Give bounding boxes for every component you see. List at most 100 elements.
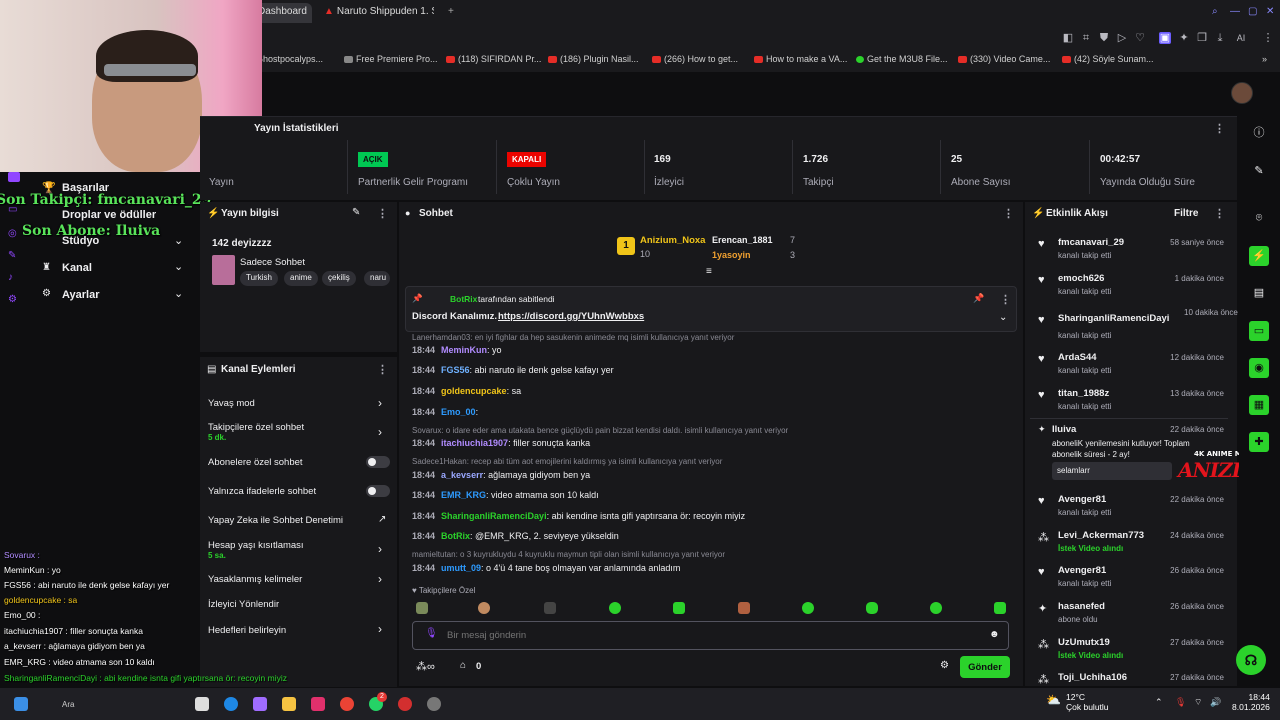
more-icon[interactable]: ⋮	[1003, 207, 1014, 220]
chrome-icon[interactable]	[340, 697, 354, 711]
taskbar-search[interactable]: Ara	[62, 700, 74, 709]
extension-icon[interactable]: ◧	[1062, 32, 1074, 44]
event-user[interactable]: Toji_Uchiha106	[1058, 672, 1127, 683]
action-account-age[interactable]: Hesap yaşı kısıtlaması	[208, 540, 304, 551]
more-icon[interactable]: ⋮	[1214, 207, 1225, 220]
close-icon[interactable]: ✕	[1258, 3, 1280, 23]
tag[interactable]: Turkish	[240, 271, 278, 286]
chevron-right-icon[interactable]: ›	[378, 572, 382, 586]
opera-icon[interactable]	[398, 697, 412, 711]
event-user[interactable]: fmcanavari_29	[1058, 237, 1124, 248]
mic-icon[interactable]: 🎙	[425, 628, 438, 639]
volume-icon[interactable]: 🔊	[1210, 697, 1221, 708]
bookmark[interactable]: (42) Söyle Sunam...	[1062, 54, 1154, 64]
action-followers-only[interactable]: Takipçilere özel sohbet	[208, 422, 304, 433]
pinned-by-user[interactable]: BotRix	[450, 294, 477, 304]
pinned-link[interactable]: https://discord.gg/YUhnWwbbxs	[498, 311, 644, 322]
category-name[interactable]: Sadece Sohbet	[240, 257, 305, 268]
instagram-icon[interactable]	[311, 697, 325, 711]
chevron-down-icon[interactable]: ⌄	[999, 312, 1007, 323]
leader-name[interactable]: Anizium_Noxa	[640, 235, 705, 246]
twitch-ext-icon[interactable]: ▣	[1159, 32, 1171, 44]
nav-drops[interactable]: Droplar ve ödüller	[62, 209, 156, 221]
heart-icon[interactable]: ♡	[1134, 32, 1146, 44]
emote[interactable]	[738, 602, 750, 614]
chat-input[interactable]	[412, 621, 1009, 650]
emoji-icon[interactable]: ☻	[989, 629, 1000, 640]
chat-icon[interactable]: ▭	[1249, 321, 1269, 341]
action-goals[interactable]: Hedefleri belirleyin	[208, 625, 286, 636]
chevron-down-icon[interactable]: ⌄	[174, 287, 183, 300]
nav-channel[interactable]: Kanal	[62, 262, 92, 274]
event-user[interactable]: Avenger81	[1058, 494, 1106, 505]
emote-only-toggle[interactable]	[366, 485, 390, 497]
nav-settings[interactable]: Ayarlar	[62, 289, 100, 301]
chevron-down-icon[interactable]: ⌄	[174, 234, 183, 247]
document-icon[interactable]: ▤	[1251, 285, 1267, 301]
event-user[interactable]: Levi_Ackerman773	[1058, 530, 1144, 541]
camera-icon[interactable]: ⌾	[1251, 210, 1267, 226]
bookmark[interactable]: Free Premiere Pro...	[344, 54, 438, 64]
emote[interactable]	[544, 602, 556, 614]
external-link-icon[interactable]: ↗	[378, 514, 386, 525]
bookmark[interactable]: (186) Plugin Nasil...	[548, 54, 639, 64]
menu-icon[interactable]: ⋮	[1262, 32, 1274, 44]
capture-icon[interactable]: ⌗	[1080, 32, 1092, 44]
emote[interactable]	[802, 602, 814, 614]
emote[interactable]	[994, 602, 1006, 614]
wrench-icon[interactable]: ✚	[1249, 432, 1269, 452]
more-icon[interactable]: ⋮	[1214, 122, 1225, 135]
lightning-icon[interactable]: ⚡	[1249, 246, 1269, 266]
new-tab-button[interactable]: +	[440, 3, 456, 23]
leader-name[interactable]: Erencan_1881	[712, 235, 773, 245]
event-user[interactable]: UzUmutx19	[1058, 637, 1110, 648]
bookmark[interactable]: (266) How to get...	[652, 54, 738, 64]
chevron-right-icon[interactable]: ›	[378, 396, 382, 410]
play-icon[interactable]: ▷	[1116, 32, 1128, 44]
channel-points-icon[interactable]: ⁂∞	[416, 660, 435, 673]
edge-icon[interactable]	[224, 697, 238, 711]
bookmark[interactable]: How to make a VA...	[754, 54, 847, 64]
emote[interactable]	[866, 602, 878, 614]
chevron-right-icon[interactable]: ›	[378, 542, 382, 556]
bookmark[interactable]: (118) SIFIRDAN Pr...	[446, 54, 541, 64]
help-icon[interactable]: ☊	[1236, 645, 1266, 675]
info-icon[interactable]: ⓘ	[1251, 125, 1267, 141]
event-user[interactable]: ArdaS44	[1058, 352, 1097, 363]
emote[interactable]	[478, 602, 490, 614]
pencil-icon[interactable]: ✎	[1251, 163, 1267, 179]
tab-naruto[interactable]: ▲Naruto Shippuden 1. Sezon	[316, 3, 434, 23]
filter-button[interactable]: Filtre	[1174, 208, 1198, 219]
layout-icon[interactable]: ▦	[1249, 395, 1269, 415]
action-banned-words[interactable]: Yasaklanmış kelimeler	[208, 574, 302, 585]
emote[interactable]	[673, 602, 685, 614]
collapse-icon[interactable]: ≡	[706, 266, 712, 277]
puzzle-icon[interactable]: ✦	[1178, 32, 1190, 44]
more-icon[interactable]: ⋮	[377, 207, 388, 220]
rail-icon-5[interactable]: ⚙	[8, 294, 17, 305]
mic-icon[interactable]: 🎙	[1175, 697, 1186, 708]
unpin-icon[interactable]: 📌	[973, 293, 984, 304]
more-bookmarks-icon[interactable]: »	[1262, 54, 1267, 64]
emote[interactable]	[609, 602, 621, 614]
tag[interactable]: anime	[284, 271, 318, 286]
chevron-right-icon[interactable]: ›	[378, 425, 382, 439]
emote[interactable]	[416, 602, 428, 614]
ai-icon[interactable]: AI	[1232, 32, 1250, 44]
obs-icon[interactable]	[427, 697, 441, 711]
tag[interactable]: naru	[364, 271, 390, 286]
rail-icon-3[interactable]: ✎	[8, 250, 16, 261]
tag[interactable]: çekiliş	[322, 271, 356, 286]
event-user[interactable]: hasanefed	[1058, 601, 1105, 612]
action-ai-moderation[interactable]: Yapay Zeka ile Sohbet Denetimi	[208, 515, 343, 526]
chevron-right-icon[interactable]: ›	[378, 622, 382, 636]
send-button[interactable]: Gönder	[960, 656, 1010, 678]
download-icon[interactable]: ⤓	[1214, 32, 1226, 44]
bookmark[interactable]: Get the M3U8 File...	[856, 54, 948, 64]
rail-icon-2[interactable]: ◎	[8, 228, 17, 239]
store-icon[interactable]: ⌂	[460, 660, 466, 671]
edit-icon[interactable]: ✎	[352, 207, 360, 218]
event-user[interactable]: titan_1988z	[1058, 388, 1109, 399]
event-user[interactable]: Iluiva	[1052, 424, 1076, 435]
bookmark[interactable]: (330) Video Came...	[958, 54, 1050, 64]
